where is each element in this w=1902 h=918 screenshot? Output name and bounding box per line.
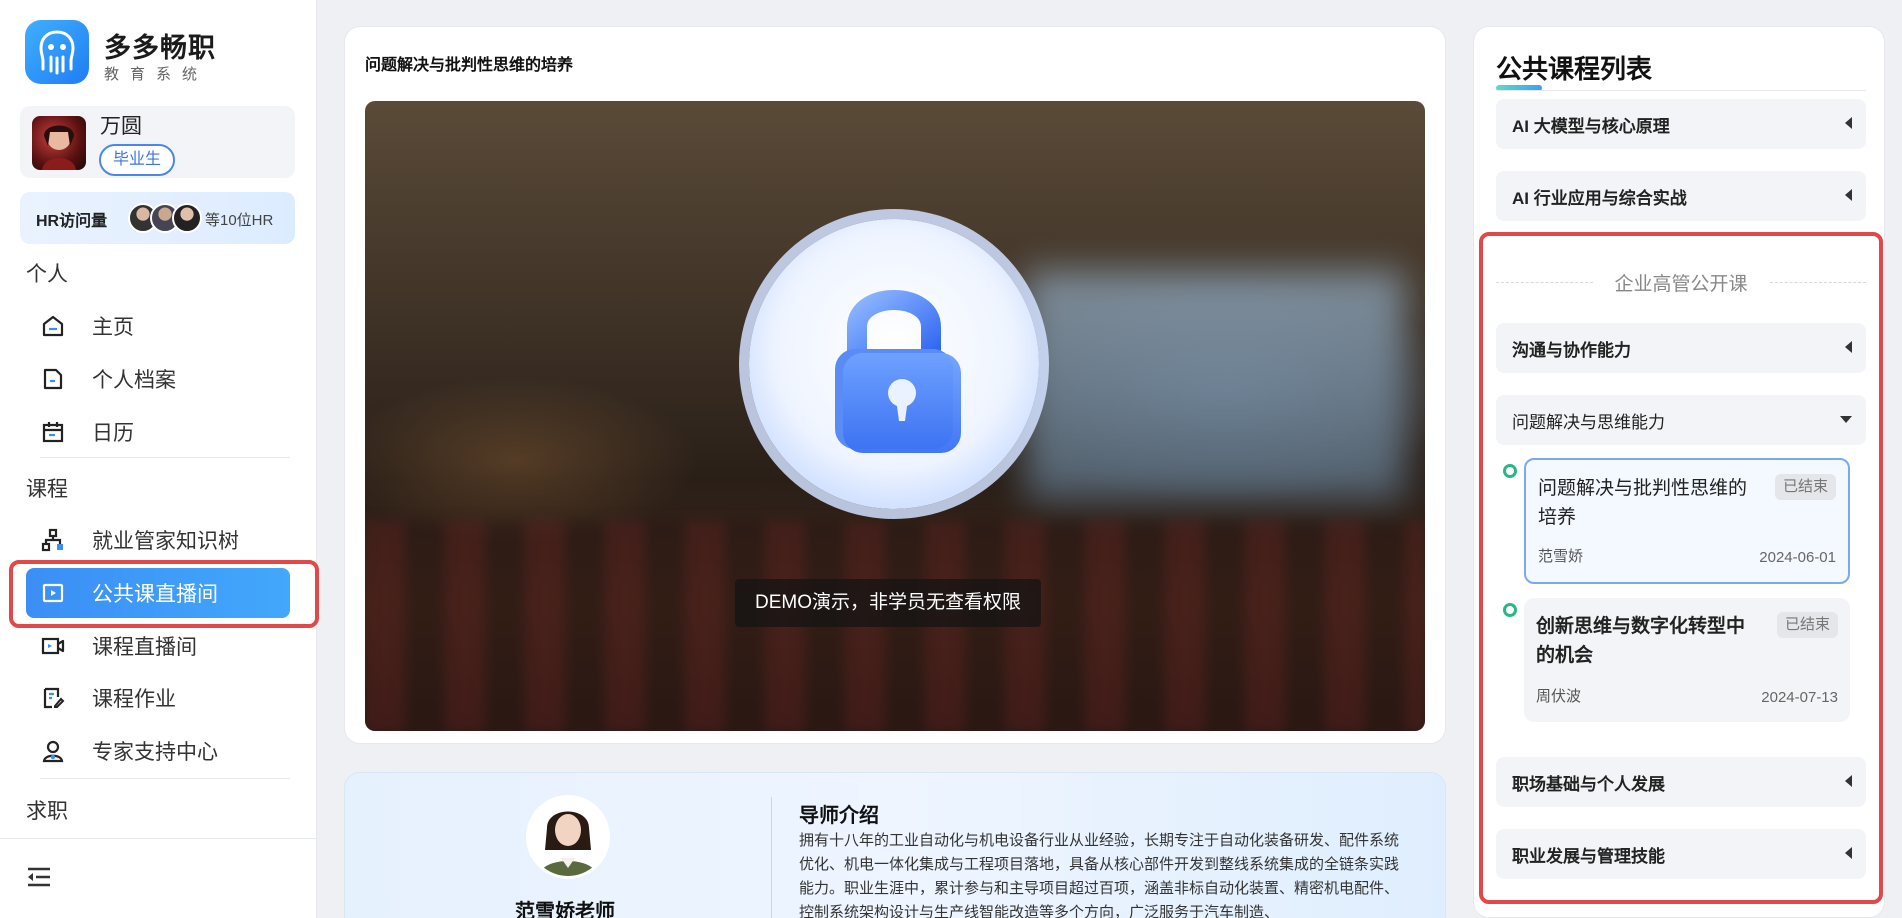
section-course: 课程 xyxy=(26,478,68,501)
course-list-title: 公共课程列表 xyxy=(1496,54,1653,84)
nav-item-expert-center[interactable]: 专家支持中心 xyxy=(26,726,290,776)
mentor-heading: 导师介绍 xyxy=(799,805,879,827)
homework-icon xyxy=(40,685,66,711)
accordion-label: AI 行业应用与综合实战 xyxy=(1512,188,1687,208)
course-title: 问题解决与批判性思维的培养 xyxy=(1538,478,1748,528)
mentor-card: 范雪娇老师 导师介绍 拥有十八年的工业自动化与机电设备行业从业经验，长期专注于自… xyxy=(344,772,1446,918)
video-player[interactable]: DEMO演示，非学员无查看权限 xyxy=(365,101,1425,731)
mentor-photo xyxy=(526,795,610,879)
profile-card[interactable]: 万圆 毕业生 xyxy=(20,106,295,178)
timeline-dot xyxy=(1503,603,1517,617)
nav-item-calendar[interactable]: 日历 xyxy=(26,407,290,457)
course-date: 2024-06-01 xyxy=(1759,549,1836,566)
nav-item-homework[interactable]: 课程作业 xyxy=(26,673,290,723)
file-icon xyxy=(40,366,66,392)
blurred-screen xyxy=(1025,271,1405,501)
nav-item-profile[interactable]: 个人档案 xyxy=(26,354,290,404)
user-avatar[interactable] xyxy=(32,116,86,170)
course-list-panel: 公共课程列表 AI 大模型与核心原理 AI 行业应用与综合实战 企业高管公开课 … xyxy=(1473,26,1885,918)
accordion-ai-practice[interactable]: AI 行业应用与综合实战 xyxy=(1496,171,1866,221)
brand-subtitle: 教育系统 xyxy=(104,66,209,83)
nav-label-homework: 课程作业 xyxy=(92,688,176,711)
course-teacher: 范雪娇 xyxy=(1538,548,1584,565)
highlight-box-nav xyxy=(9,560,319,628)
accordion-communication[interactable]: 沟通与协作能力 xyxy=(1496,323,1866,373)
status-badge: 已结束 xyxy=(1776,612,1838,638)
sidebar-footer-divider xyxy=(0,838,317,839)
expert-icon xyxy=(40,738,66,764)
chevron-left-icon xyxy=(1845,341,1852,353)
mentor-bio: 拥有十八年的工业自动化与机电设备行业从业经验，长期专注于自动化装备研发、配件系统… xyxy=(799,832,1400,918)
hr-visits-more: 等10位HR xyxy=(205,212,274,229)
course-title: 创新思维与数字化转型中的机会 xyxy=(1536,616,1746,666)
accordion-problem-solving[interactable]: 问题解决与思维能力 xyxy=(1496,395,1866,445)
timeline-dot xyxy=(1503,464,1517,478)
nav-item-home[interactable]: 主页 xyxy=(26,301,290,351)
nav-item-course-live[interactable]: 课程直播间 xyxy=(26,621,290,671)
course-item[interactable]: 创新思维与数字化转型中的机会 已结束 周伏波 2024-07-13 xyxy=(1524,598,1850,722)
hr-visits-label: HR访问量 xyxy=(36,213,108,230)
lock-icon xyxy=(749,219,1039,509)
video-title: 问题解决与批判性思维的培养 xyxy=(365,57,574,74)
chevron-left-icon xyxy=(1845,117,1852,129)
accordion-label: 问题解决与思维能力 xyxy=(1512,412,1665,432)
nav-label-course-live: 课程直播间 xyxy=(92,636,197,659)
demo-permission-notice: DEMO演示，非学员无查看权限 xyxy=(735,579,1042,627)
nav-label-calendar: 日历 xyxy=(92,422,134,445)
chevron-left-icon xyxy=(1845,189,1852,201)
chevron-left-icon xyxy=(1845,775,1852,787)
chevron-left-icon xyxy=(1845,847,1852,859)
course-date: 2024-07-13 xyxy=(1761,689,1838,706)
panel-divider xyxy=(1496,90,1866,91)
group-header: 企业高管公开课 xyxy=(1496,267,1867,297)
nav-label-expert-center: 专家支持中心 xyxy=(92,741,218,764)
hr-avatar-3 xyxy=(172,203,202,233)
course-item[interactable]: 问题解决与批判性思维的培养 已结束 范雪娇 2024-06-01 xyxy=(1524,458,1850,584)
video-camera-icon xyxy=(40,633,66,659)
tree-icon xyxy=(40,527,66,553)
accordion-label: 职业发展与管理技能 xyxy=(1512,846,1665,866)
mentor-divider xyxy=(771,797,772,918)
accordion-label: 沟通与协作能力 xyxy=(1512,340,1631,360)
nav-label-home: 主页 xyxy=(92,316,134,339)
accordion-label: AI 大模型与核心原理 xyxy=(1512,116,1670,136)
hr-avatar-group xyxy=(128,203,202,233)
calendar-icon xyxy=(40,419,66,445)
nav-divider xyxy=(40,457,290,458)
nav-label-profile: 个人档案 xyxy=(92,369,176,392)
dashed-line xyxy=(1496,281,1593,283)
octopus-logo-icon[interactable] xyxy=(25,20,89,84)
user-name: 万圆 xyxy=(100,115,142,138)
course-teacher: 周伏波 xyxy=(1536,688,1582,705)
brand-name: 多多畅职 xyxy=(104,33,216,63)
accordion-career-management[interactable]: 职业发展与管理技能 xyxy=(1496,829,1866,879)
video-card: 问题解决与批判性思维的培养 DEMO演示，非学员无查看权限 xyxy=(344,26,1446,744)
mentor-name: 范雪娇老师 xyxy=(515,901,615,918)
section-personal: 个人 xyxy=(26,263,68,286)
sidebar: 多多畅职 教育系统 万圆 毕业生 HR访问量 等10位HR 个人 主页 个人档案… xyxy=(0,0,317,918)
status-badge: 已结束 xyxy=(1774,474,1836,500)
nav-divider xyxy=(40,778,290,779)
accordion-ai-model[interactable]: AI 大模型与核心原理 xyxy=(1496,99,1866,149)
section-job: 求职 xyxy=(26,800,68,823)
accordion-career-basics[interactable]: 职场基础与个人发展 xyxy=(1496,757,1866,807)
hr-visits-card[interactable]: HR访问量 等10位HR xyxy=(20,192,295,244)
graduate-badge: 毕业生 xyxy=(99,144,176,176)
nav-label-knowledge-tree: 就业管家知识树 xyxy=(92,530,239,553)
group-title: 企业高管公开课 xyxy=(1614,273,1748,295)
nav-item-knowledge-tree[interactable]: 就业管家知识树 xyxy=(26,515,290,565)
accordion-label: 职场基础与个人发展 xyxy=(1512,774,1665,794)
home-icon xyxy=(40,313,66,339)
chevron-down-icon xyxy=(1840,416,1852,423)
dashed-line xyxy=(1769,281,1867,283)
menu-collapse-icon[interactable] xyxy=(26,866,56,892)
